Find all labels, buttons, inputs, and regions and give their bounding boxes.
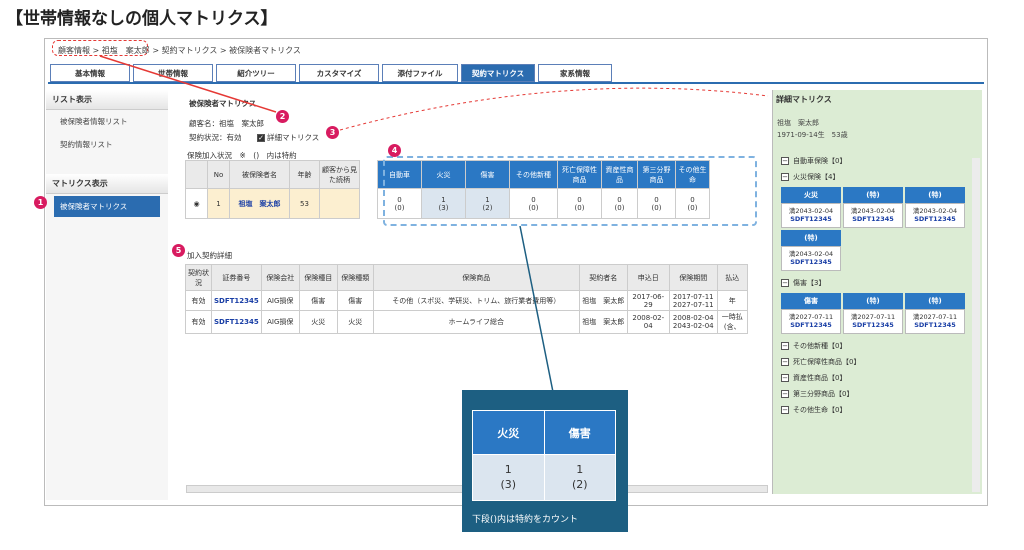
- policy-link[interactable]: SDFT12345: [211, 310, 262, 334]
- contract-table: 契約状況 証券番号 保険会社 保険種目 保険種類 保険商品 契約者名 申込日 保…: [185, 264, 748, 334]
- fire-card[interactable]: (特) 満2043-02-04 SDFT12345: [905, 187, 965, 228]
- detail-matrix-checkbox[interactable]: ✓ 詳細マトリクス: [257, 132, 319, 143]
- tab-underline: [48, 82, 984, 84]
- detail-other[interactable]: − その他新種【0】: [781, 338, 982, 354]
- page-title: 【世帯情報なしの個人マトリクス】: [6, 9, 278, 29]
- th-type: 保険種類: [336, 264, 374, 291]
- badge-5: 5: [172, 244, 185, 257]
- tab-customize[interactable]: カスタマイズ: [299, 64, 379, 82]
- collapse-icon: −: [781, 278, 789, 287]
- detail-third[interactable]: − 第三分野商品【0】: [781, 386, 982, 402]
- detail-name: 祖塩 案太郎: [777, 119, 819, 127]
- tab-family[interactable]: 家系情報: [538, 64, 612, 82]
- zoom-caption: 下段()内は特約をカウント: [472, 515, 579, 525]
- policy-link[interactable]: SDFT12345: [211, 290, 262, 311]
- tab-contract-matrix[interactable]: 契約マトリクス: [461, 64, 535, 82]
- collapse-icon: −: [781, 373, 789, 382]
- detail-birth: 1971-09-14生 53歳: [777, 131, 848, 139]
- tab-attachments[interactable]: 添付ファイル: [382, 64, 458, 82]
- th-payment: 払込: [716, 264, 748, 291]
- table-row[interactable]: 有効 SDFT12345 AIG損保 火災 火災 ホームライフ総合 祖塩 案太郎…: [185, 310, 748, 334]
- collapse-icon: −: [781, 173, 789, 181]
- detail-death[interactable]: − 死亡保障性商品【0】: [781, 354, 982, 370]
- cell-relation: [319, 188, 360, 219]
- detail-injury[interactable]: − 傷害【3】: [781, 275, 982, 291]
- matrix-highlight: [383, 156, 757, 226]
- badge-2: 2: [276, 110, 289, 123]
- tab-basic[interactable]: 基本情報: [50, 64, 130, 82]
- table-row[interactable]: 有効 SDFT12345 AIG損保 傷害 傷害 その他（スポ災、学研災、トリム…: [185, 290, 748, 311]
- th-policy: 証券番号: [211, 264, 262, 291]
- collapse-icon: −: [781, 157, 789, 165]
- customer-name: 顧客名：祖塩 案太郎: [189, 119, 264, 128]
- fire-card[interactable]: 火災 満2043-02-04 SDFT12345: [781, 187, 841, 228]
- th-status: 契約状況: [185, 264, 212, 291]
- collapse-icon: −: [781, 341, 789, 350]
- injury-card[interactable]: (特) 満2027-07-11 SDFT12345: [905, 292, 965, 334]
- detail-life[interactable]: − その他生命【0】: [781, 402, 982, 418]
- sidebar: リスト表示 被保険者情報リスト 契約情報リスト マトリクス表示 被保険者マトリク…: [46, 90, 168, 500]
- cell-age: 53: [289, 188, 320, 219]
- collapse-icon: −: [781, 389, 789, 398]
- row-radio[interactable]: ◉: [185, 188, 208, 219]
- tab-bar: 基本情報 世帯情報 紹介ツリー カスタマイズ 添付ファイル 契約マトリクス 家系…: [50, 64, 612, 82]
- contract-detail-heading: 加入契約詳細: [187, 251, 232, 260]
- injury-cards: 傷害 満2027-07-11 SDFT12345 (特) 満2027-07-11 SDF…: [781, 292, 982, 334]
- th-relation: 顧客から見た続柄: [319, 160, 360, 189]
- detail-asset[interactable]: − 資産性商品【0】: [781, 370, 982, 386]
- zoom-callout: 火災 傷害 1 (3) 1 (2) 下段()内は特約をカウント: [462, 390, 628, 532]
- fire-card[interactable]: (特) 満2043-02-04 SDFT12345: [843, 187, 903, 228]
- th-company: 保険会社: [260, 264, 300, 291]
- th-name: 被保険者名: [229, 160, 290, 189]
- contract-status: 契約状況：有効: [189, 133, 242, 142]
- badge-4: 4: [388, 144, 401, 157]
- th-period: 保険期間: [668, 264, 718, 291]
- detail-matrix-label: 詳細マトリクス: [267, 133, 320, 142]
- cell-no: 1: [207, 188, 230, 219]
- th-radio: [185, 160, 208, 189]
- badge-3: 3: [326, 126, 339, 139]
- tab-household[interactable]: 世帯情報: [133, 64, 213, 82]
- checkbox-checked-icon: ✓: [257, 133, 265, 142]
- detail-fire[interactable]: − 火災保険【4】: [781, 169, 982, 185]
- th-contractor: 契約者名: [578, 264, 628, 291]
- injury-card[interactable]: 傷害 満2027-07-11 SDFT12345: [781, 292, 841, 334]
- tab-referral[interactable]: 紹介ツリー: [216, 64, 296, 82]
- th-age: 年齢: [289, 160, 320, 189]
- detail-auto[interactable]: − 自動車保険【0】: [781, 153, 982, 169]
- sidebar-item-contract-list[interactable]: 契約情報リスト: [46, 133, 168, 156]
- breadcrumb[interactable]: 顧客情報 > 祖塩 案太郎 > 契約マトリクス > 被保険者マトリクス: [58, 45, 301, 56]
- th-no: No: [207, 160, 230, 189]
- zoom-table: 火災 傷害 1 (3) 1 (2): [472, 410, 616, 501]
- vertical-scrollbar[interactable]: [972, 158, 980, 492]
- matrix-heading: 被保険者マトリクス: [189, 99, 257, 108]
- injury-card[interactable]: (特) 満2027-07-11 SDFT12345: [843, 292, 903, 334]
- collapse-icon: −: [781, 357, 789, 366]
- th-category: 保険種目: [298, 264, 338, 291]
- detail-heading: 詳細マトリクス: [776, 95, 832, 104]
- sidebar-list-heading: リスト表示: [46, 90, 168, 110]
- fire-card[interactable]: (特) 満2043-02-04 SDFT12345: [781, 229, 841, 271]
- sidebar-item-insured-list[interactable]: 被保険者情報リスト: [46, 110, 168, 133]
- badge-1: 1: [34, 196, 47, 209]
- sidebar-matrix-heading: マトリクス表示: [46, 174, 168, 194]
- sidebar-item-insured-matrix[interactable]: 被保険者マトリクス: [54, 196, 160, 217]
- detail-matrix-panel: 詳細マトリクス 祖塩 案太郎 1971-09-14生 53歳 − 自動車保険【0】…: [772, 90, 982, 494]
- th-apply-date: 申込日: [626, 264, 670, 291]
- fire-cards: 火災 満2043-02-04 SDFT12345 (特) 満2043-02-04 SDF…: [781, 187, 982, 271]
- collapse-icon: −: [781, 405, 789, 414]
- cell-name-link[interactable]: 祖塩 案太郎: [229, 188, 290, 219]
- th-product: 保険商品: [372, 264, 580, 291]
